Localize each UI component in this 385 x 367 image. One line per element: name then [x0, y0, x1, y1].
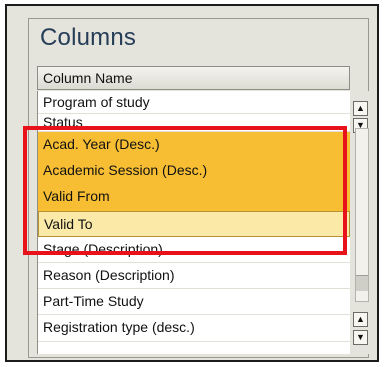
- window-frame: Columns Column Name Program of study Sta…: [5, 4, 379, 362]
- arrow-up-icon: ▲: [356, 314, 365, 324]
- scroll-track[interactable]: [355, 128, 369, 302]
- scroll-down-button-bottom[interactable]: ▼: [353, 330, 368, 345]
- table-row-selected[interactable]: Academic Session (Desc.): [38, 158, 350, 185]
- scroll-thumb[interactable]: [356, 275, 368, 291]
- scroll-up-button[interactable]: ▲: [353, 101, 368, 116]
- table-row-lead-selected[interactable]: Valid To: [38, 210, 350, 237]
- vertical-scrollbar[interactable]: ▲ ▼ ▲ ▼: [351, 91, 371, 354]
- arrow-down-icon: ▼: [356, 332, 365, 342]
- panel-title: Columns: [40, 24, 137, 51]
- columns-panel: Columns Column Name Program of study Sta…: [28, 18, 371, 358]
- column-header-name[interactable]: Column Name: [37, 66, 350, 90]
- table-row-selected[interactable]: Acad. Year (Desc.): [38, 132, 350, 159]
- arrow-up-icon: ▲: [356, 103, 365, 113]
- table-row-selected[interactable]: Valid From: [38, 184, 350, 211]
- table-row[interactable]: Part-Time Study: [38, 289, 350, 316]
- table-row[interactable]: Registration type (desc.): [38, 315, 350, 342]
- table-row[interactable]: Stage (Description): [38, 237, 350, 263]
- table-row[interactable]: Program of study: [38, 91, 350, 114]
- columns-table: Column Name Program of study Status Acad…: [37, 66, 371, 354]
- table-row[interactable]: Status: [38, 112, 350, 132]
- table-row[interactable]: Reason (Description): [38, 263, 350, 290]
- table-rows: Program of study Status Acad. Year (Desc…: [37, 91, 350, 354]
- scroll-up-button-bottom[interactable]: ▲: [353, 312, 368, 327]
